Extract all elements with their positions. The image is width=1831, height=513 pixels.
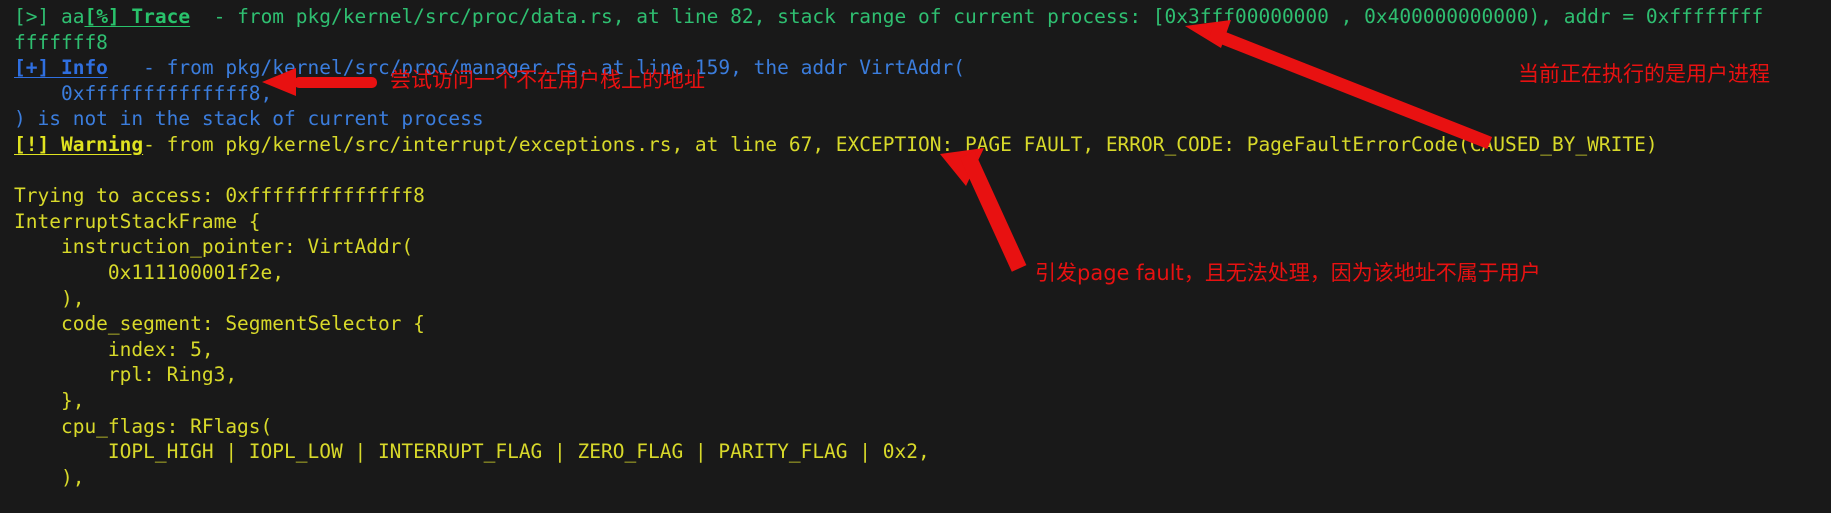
trace-badge: [%] Trace bbox=[84, 5, 191, 28]
trace-wrap-line: fffffff8 bbox=[14, 30, 1831, 56]
access-line-text: Trying to access: 0xffffffffffffff8 bbox=[14, 184, 425, 208]
cs-index-line: index: 5, bbox=[14, 337, 1831, 363]
info-tail-line-text: ) is not in the stack of current process bbox=[14, 107, 484, 131]
ip-value-line: 0x111100001f2e, bbox=[14, 260, 1831, 286]
warning-badge: [!] Warning bbox=[14, 132, 144, 156]
rflags-value-line: IOPL_HIGH | IOPL_LOW | INTERRUPT_FLAG | … bbox=[14, 439, 1831, 465]
cs-close-line: }, bbox=[14, 388, 1831, 414]
info-addr-line: 0xffffffffffffff8, bbox=[14, 81, 1831, 107]
cs-line-text: code_segment: SegmentSelector { bbox=[14, 312, 425, 336]
access-line: Trying to access: 0xffffffffffffff8 bbox=[14, 183, 1831, 209]
frame-open-line: InterruptStackFrame { bbox=[14, 209, 1831, 235]
warning-line-text: - from pkg/kernel/src/interrupt/exceptio… bbox=[143, 132, 1658, 156]
trace-line: [>] aa[%] Trace - from pkg/kernel/src/pr… bbox=[14, 4, 1831, 30]
trace-line-prefix: [>] aa bbox=[14, 5, 85, 28]
terminal-output: [>] aa[%] Trace - from pkg/kernel/src/pr… bbox=[0, 0, 1831, 513]
rflags-value-line-text: IOPL_HIGH | IOPL_LOW | INTERRUPT_FLAG | … bbox=[14, 440, 930, 464]
cs-rpl-line-text: rpl: Ring3, bbox=[14, 363, 238, 387]
ip-line-text: instruction_pointer: VirtAddr( bbox=[14, 235, 414, 259]
rflags-line-text: cpu_flags: RFlags( bbox=[14, 414, 273, 438]
info-badge: [+] Info bbox=[14, 56, 108, 80]
info-line: [+] Info - from pkg/kernel/src/proc/mana… bbox=[14, 55, 1831, 81]
info-line-text: - from pkg/kernel/src/proc/manager.rs, a… bbox=[107, 56, 965, 80]
rflags-close-line: ), bbox=[14, 465, 1831, 491]
ip-close-line-text: ), bbox=[14, 286, 85, 310]
cs-rpl-line: rpl: Ring3, bbox=[14, 362, 1831, 388]
info-tail-line: ) is not in the stack of current process bbox=[14, 106, 1831, 132]
ip-close-line: ), bbox=[14, 286, 1831, 312]
warning-line: [!] Warning- from pkg/kernel/src/interru… bbox=[14, 132, 1831, 158]
rflags-line: cpu_flags: RFlags( bbox=[14, 414, 1831, 440]
trace-wrap-line-text: fffffff8 bbox=[14, 30, 108, 54]
cs-close-line-text: }, bbox=[14, 388, 85, 412]
ip-line: instruction_pointer: VirtAddr( bbox=[14, 234, 1831, 260]
ip-value-line-text: 0x111100001f2e, bbox=[14, 260, 285, 284]
frame-open-line-text: InterruptStackFrame { bbox=[14, 209, 261, 233]
cs-line: code_segment: SegmentSelector { bbox=[14, 311, 1831, 337]
cs-index-line-text: index: 5, bbox=[14, 337, 214, 361]
trace-line-text: - from pkg/kernel/src/proc/data.rs, at l… bbox=[190, 5, 1764, 28]
rflags-close-line-text: ), bbox=[14, 465, 85, 489]
info-addr-line-text: 0xffffffffffffff8, bbox=[14, 81, 273, 105]
